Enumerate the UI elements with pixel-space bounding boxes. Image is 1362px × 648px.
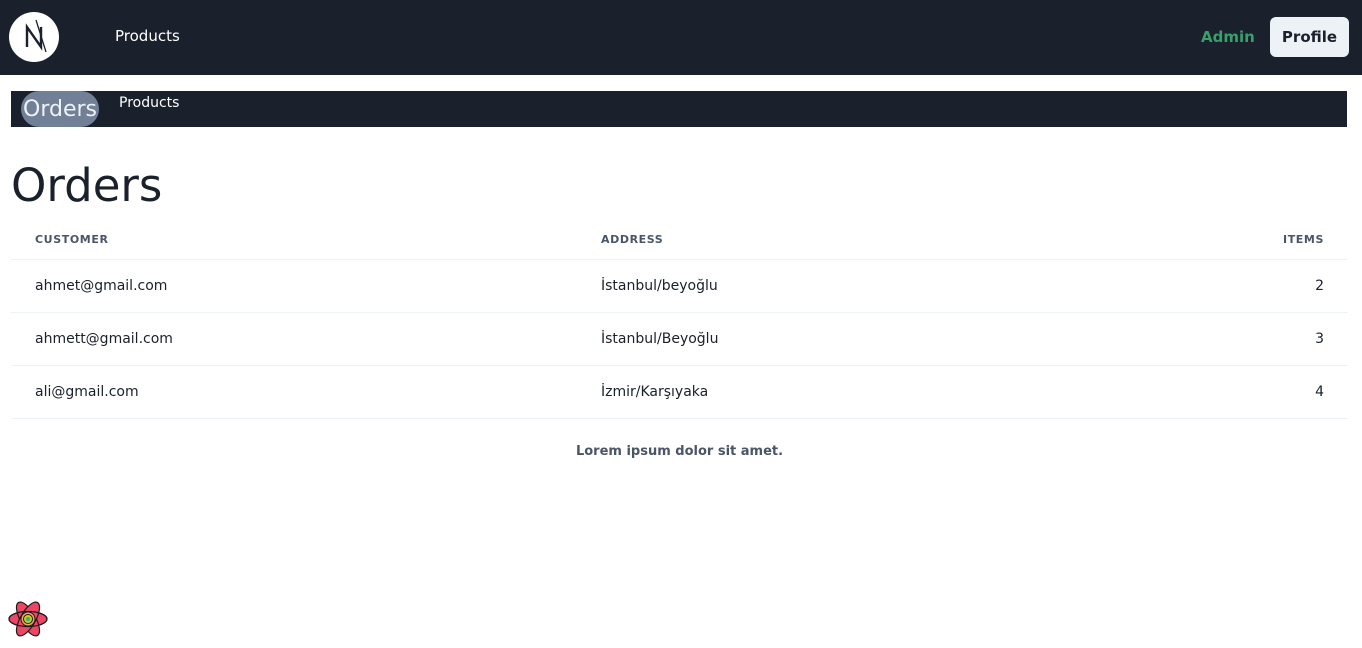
- cell-items: 2: [1185, 259, 1348, 313]
- column-header-customer: CUSTOMER: [11, 220, 577, 260]
- cell-customer: ahmett@gmail.com: [11, 312, 577, 366]
- nextjs-logo-icon[interactable]: [9, 12, 59, 62]
- cell-customer: ali@gmail.com: [11, 365, 577, 419]
- cell-address: İzmir/Karşıyaka: [577, 365, 1185, 419]
- cell-items: 4: [1185, 365, 1348, 419]
- tab-products[interactable]: Products: [119, 95, 179, 111]
- nav-products-link[interactable]: Products: [115, 27, 180, 45]
- column-header-address: ADDRESS: [577, 220, 1185, 260]
- admin-link[interactable]: Admin: [1201, 28, 1255, 46]
- react-query-devtools-icon[interactable]: [7, 598, 49, 640]
- top-navbar: Products Admin Profile: [0, 0, 1362, 75]
- cell-address: İstanbul/Beyoğlu: [577, 312, 1185, 366]
- table-header-row: CUSTOMER ADDRESS ITEMS: [11, 220, 1348, 260]
- page-title: Orders: [11, 159, 163, 212]
- table-caption: Lorem ipsum dolor sit amet.: [575, 444, 784, 459]
- tab-orders[interactable]: Orders: [21, 91, 99, 127]
- table-row: ahmet@gmail.com İstanbul/beyoğlu 2: [11, 259, 1348, 313]
- column-header-items: ITEMS: [1185, 220, 1348, 260]
- profile-button[interactable]: Profile: [1270, 17, 1349, 57]
- cell-customer: ahmet@gmail.com: [11, 259, 577, 313]
- table-row: ali@gmail.com İzmir/Karşıyaka 4: [11, 365, 1348, 419]
- table-row: ahmett@gmail.com İstanbul/Beyoğlu 3: [11, 312, 1348, 366]
- cell-items: 3: [1185, 312, 1348, 366]
- cell-address: İstanbul/beyoğlu: [577, 259, 1185, 313]
- admin-subnav: Orders Products: [11, 91, 1347, 127]
- orders-table: CUSTOMER ADDRESS ITEMS ahmet@gmail.com İ…: [11, 220, 1348, 419]
